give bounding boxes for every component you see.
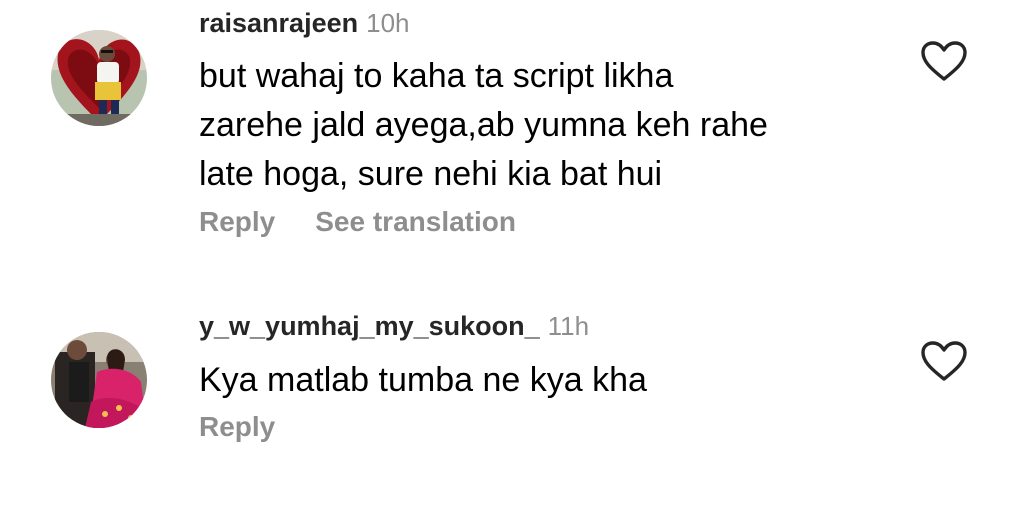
reply-button[interactable]: Reply bbox=[199, 411, 275, 442]
comment-text: but wahaj to kaha ta script likha zarehe… bbox=[199, 52, 768, 199]
comment-meta: raisanrajeen 10h bbox=[199, 8, 410, 39]
heart-outline-icon[interactable] bbox=[920, 340, 968, 382]
heart-outline-icon[interactable] bbox=[920, 40, 968, 82]
avatar-image bbox=[51, 332, 147, 428]
comment-text: Kya matlab tumba ne kya kha bbox=[199, 356, 647, 405]
username[interactable]: y_w_yumhaj_my_sukoon_ bbox=[199, 311, 540, 341]
comment-item: y_w_yumhaj_my_sukoon_ 11h Kya matlab tumb… bbox=[0, 300, 1024, 460]
avatar[interactable] bbox=[51, 332, 147, 428]
comment-actions: Reply bbox=[199, 411, 275, 443]
comment-meta: y_w_yumhaj_my_sukoon_ 11h bbox=[199, 311, 589, 342]
username[interactable]: raisanrajeen bbox=[199, 8, 358, 38]
timestamp: 10h bbox=[366, 8, 410, 38]
timestamp: 11h bbox=[547, 311, 590, 341]
reply-button[interactable]: Reply bbox=[199, 206, 275, 237]
comment-line: zarehe jald ayega,ab yumna keh rahe bbox=[199, 106, 768, 144]
comment-actions: Reply See translation bbox=[199, 206, 516, 238]
comment-line: Kya matlab tumba ne kya kha bbox=[199, 361, 647, 399]
avatar-image bbox=[51, 30, 147, 126]
comment-line: late hoga, sure nehi kia bat hui bbox=[199, 155, 663, 193]
avatar[interactable] bbox=[51, 30, 147, 126]
see-translation-button[interactable]: See translation bbox=[315, 206, 516, 237]
comment-line: but wahaj to kaha ta script likha bbox=[199, 57, 674, 95]
comment-item: raisanrajeen 10h but wahaj to kaha ta scr… bbox=[0, 0, 1024, 260]
